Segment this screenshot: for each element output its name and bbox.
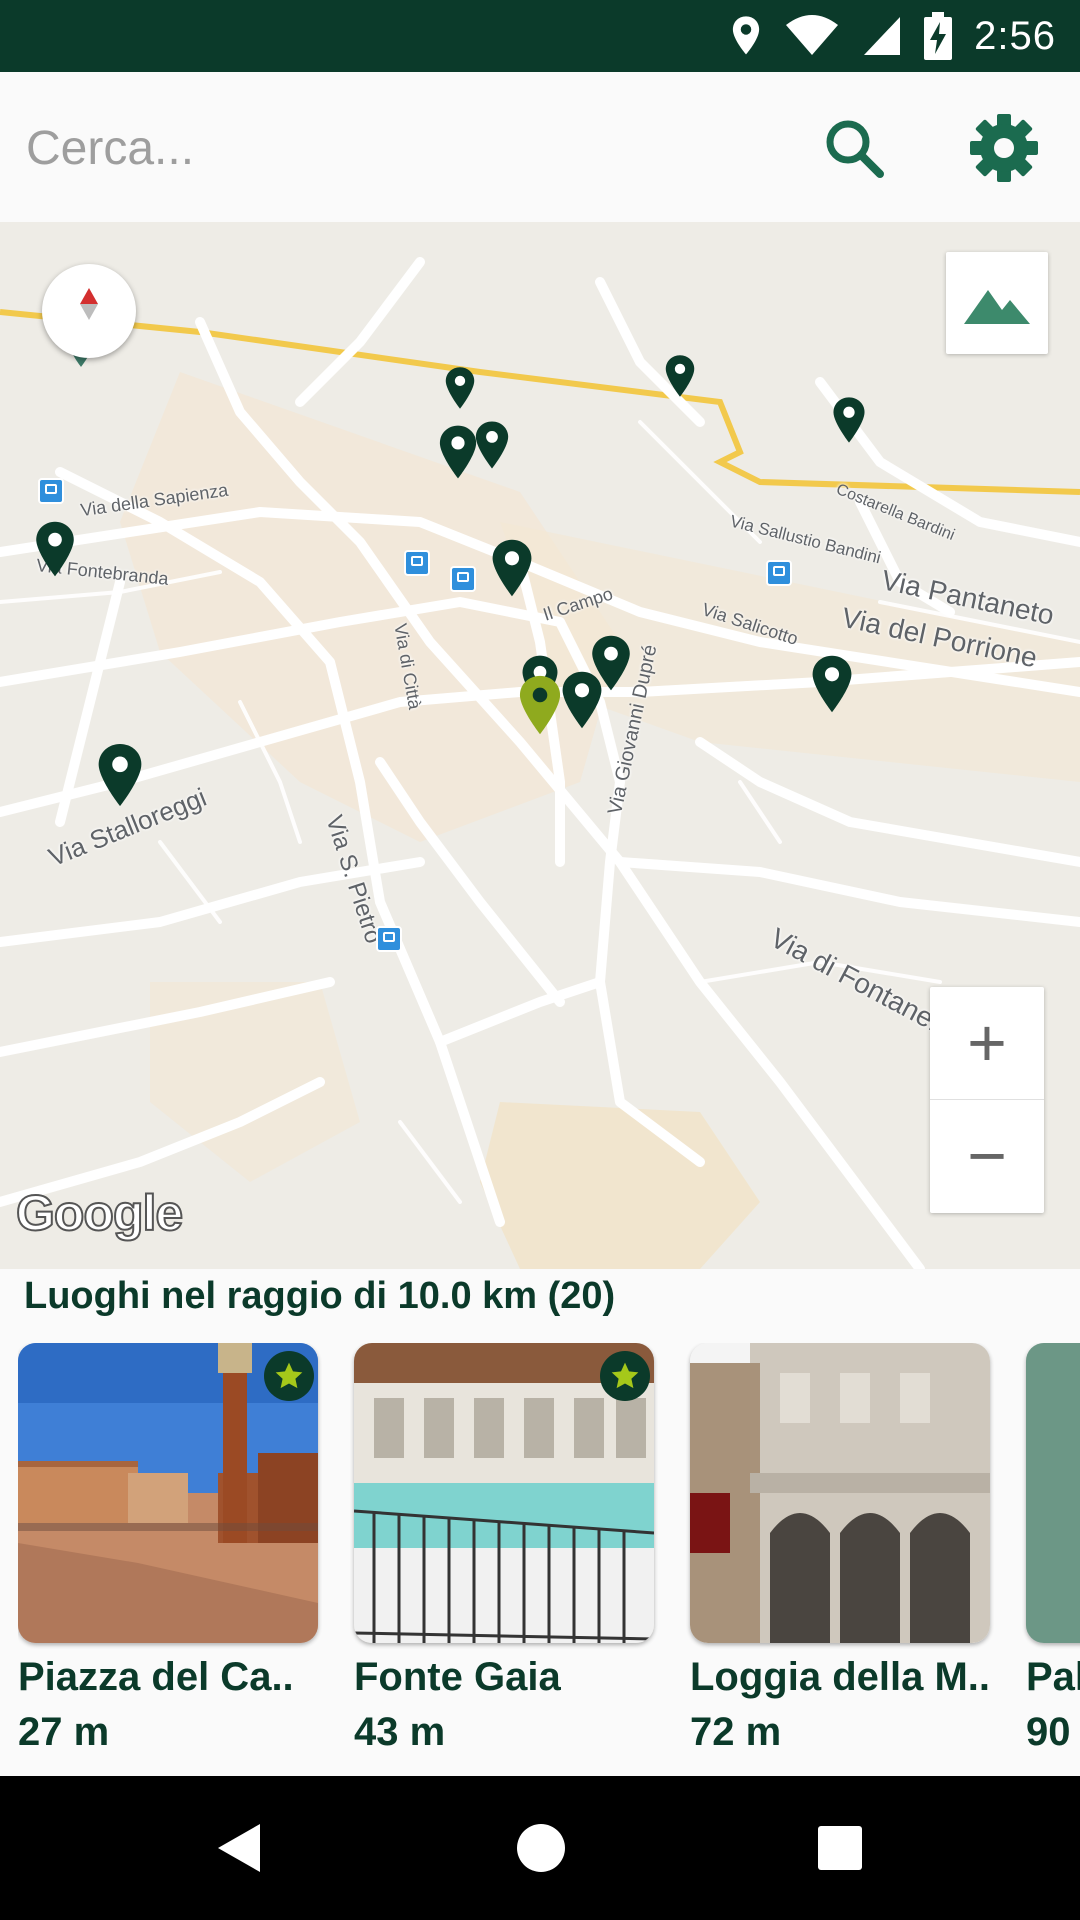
gear-icon[interactable] (966, 110, 1042, 186)
place-distance: 27 m (18, 1710, 110, 1754)
search-icon[interactable] (818, 112, 890, 184)
mountain-icon (964, 290, 1030, 324)
poi-marker[interactable] (96, 742, 144, 808)
poi-marker[interactable] (810, 654, 854, 714)
place-photo (690, 1343, 990, 1643)
status-icons: 2:56 (730, 0, 1056, 72)
zoom-controls: + − (930, 987, 1044, 1213)
place-distance: 43 m (354, 1710, 446, 1754)
bus-stop-icon[interactable] (376, 926, 402, 952)
status-bar: 2:56 (0, 0, 1080, 72)
place-card[interactable]: Fonte Gaia 43 m (354, 1343, 654, 1755)
place-name: Fonte Gaia (354, 1655, 561, 1699)
place-card[interactable]: Pal 90 (1026, 1343, 1080, 1755)
zoom-out-button[interactable]: − (930, 1100, 1044, 1212)
bus-stop-icon[interactable] (766, 560, 792, 586)
star-icon (275, 1362, 303, 1389)
bus-stop-icon[interactable] (38, 478, 64, 504)
nearby-places-list[interactable]: Piazza del Ca.. 27 m Fonte Gaia 43 m Log… (18, 1343, 1080, 1763)
back-icon[interactable] (214, 1822, 264, 1874)
poi-marker[interactable] (560, 670, 604, 730)
map-view[interactable]: Via della Sapienza Via Fontebranda Via d… (0, 222, 1080, 1269)
poi-marker[interactable] (832, 396, 866, 444)
location-icon (733, 16, 760, 55)
place-card[interactable]: Loggia della M.. 72 m (690, 1343, 990, 1755)
place-name: Piazza del Ca.. (18, 1655, 294, 1699)
bus-stop-icon[interactable] (404, 550, 430, 576)
poi-marker[interactable] (444, 366, 476, 410)
compass-icon (80, 288, 98, 320)
favorite-badge (600, 1351, 650, 1401)
google-logo: Google (15, 1184, 184, 1242)
place-photo (354, 1343, 654, 1643)
poi-marker[interactable] (664, 354, 696, 398)
poi-marker[interactable] (490, 538, 534, 598)
navigation-bar (0, 1776, 1080, 1920)
search-input[interactable] (24, 112, 788, 184)
map-streets (0, 257, 1080, 1269)
favorite-badge (264, 1351, 314, 1401)
poi-marker-selected[interactable] (518, 674, 562, 736)
place-distance: 90 (1026, 1710, 1071, 1754)
place-distance: 72 m (690, 1710, 782, 1754)
place-name: Loggia della M.. (690, 1655, 990, 1699)
zoom-in-button[interactable]: + (930, 987, 1044, 1100)
nearby-title: Luoghi nel raggio di 10.0 km (20) (24, 1275, 616, 1317)
wifi-icon (786, 15, 839, 55)
recents-icon[interactable] (818, 1826, 862, 1870)
signal-icon (864, 17, 901, 55)
compass-button[interactable] (42, 264, 136, 358)
poi-marker[interactable] (474, 420, 510, 470)
bus-stop-icon[interactable] (450, 566, 476, 592)
place-name: Pal (1026, 1655, 1080, 1699)
place-photo (1026, 1343, 1080, 1643)
clock: 2:56 (974, 13, 1056, 58)
poi-marker[interactable] (438, 424, 478, 480)
home-icon[interactable] (515, 1822, 567, 1874)
place-card[interactable]: Piazza del Ca.. 27 m (18, 1343, 318, 1755)
place-photo (18, 1343, 318, 1643)
search-bar (0, 72, 1080, 223)
terrain-toggle-button[interactable] (946, 252, 1048, 354)
poi-marker[interactable] (34, 520, 76, 578)
star-icon (611, 1362, 639, 1389)
battery-charging-icon (924, 12, 953, 60)
